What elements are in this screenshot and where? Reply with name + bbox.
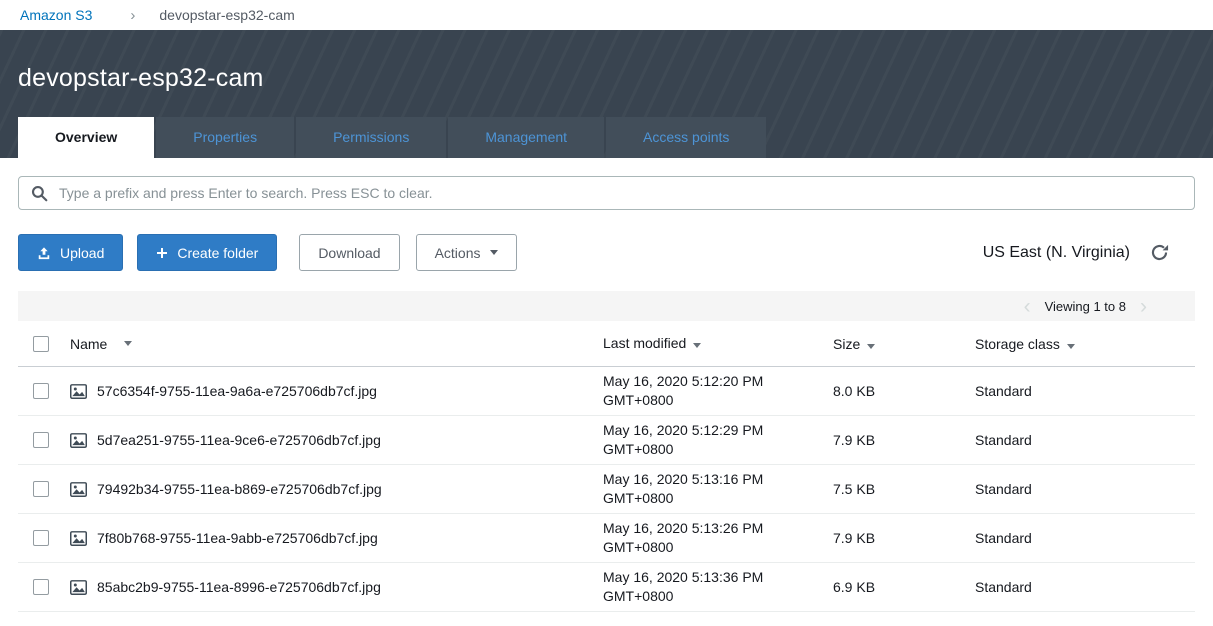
chevron-down-icon [490, 250, 498, 255]
row-checkbox[interactable] [33, 383, 49, 399]
image-file-icon [70, 482, 87, 497]
row-checkbox[interactable] [33, 530, 49, 546]
region-label: US East (N. Virginia) [983, 244, 1130, 262]
search-input[interactable] [59, 185, 1182, 201]
viewing-label: Viewing 1 to 8 [1045, 299, 1126, 314]
column-header-name[interactable]: Name [70, 336, 603, 352]
row-checkbox[interactable] [33, 579, 49, 595]
size-cell: 8.0 KB [833, 383, 975, 399]
tab-bar: Overview Properties Permissions Manageme… [18, 117, 1195, 158]
page-title: devopstar-esp32-cam [18, 64, 1195, 93]
storage-class-cell: Standard [975, 579, 1195, 595]
refresh-icon [1150, 243, 1169, 262]
storage-class-cell: Standard [975, 383, 1195, 399]
table-header-row: Name Last modified Size Storage class [18, 321, 1195, 367]
column-header-last-modified[interactable]: Last modified [603, 334, 833, 353]
row-checkbox[interactable] [33, 432, 49, 448]
object-name-link[interactable]: 5d7ea251-9755-11ea-9ce6-e725706db7cf.jpg [97, 432, 381, 448]
tab-properties[interactable]: Properties [156, 117, 294, 158]
object-name-link[interactable]: 57c6354f-9755-11ea-9a6a-e725706db7cf.jpg [97, 383, 377, 399]
sort-caret-icon [867, 344, 875, 349]
modified-date: May 16, 2020 5:13:16 PM [603, 470, 833, 489]
last-modified-cell: May 16, 2020 5:13:36 PM GMT+0800 [603, 568, 833, 606]
storage-class-cell: Standard [975, 481, 1195, 497]
object-name-link[interactable]: 85abc2b9-9755-11ea-8996-e725706db7cf.jpg [97, 579, 381, 595]
objects-table: ‹ Viewing 1 to 8 › Name Last modified Si… [18, 291, 1195, 612]
modified-timezone: GMT+0800 [603, 587, 833, 606]
modified-timezone: GMT+0800 [603, 440, 833, 459]
image-file-icon [70, 384, 87, 399]
size-cell: 7.9 KB [833, 530, 975, 546]
breadcrumb: Amazon S3 › devopstar-esp32-cam [0, 0, 1213, 30]
upload-icon [37, 246, 51, 260]
breadcrumb-current: devopstar-esp32-cam [159, 7, 294, 23]
row-checkbox[interactable] [33, 481, 49, 497]
plus-icon [156, 247, 168, 259]
last-modified-cell: May 16, 2020 5:13:16 PM GMT+0800 [603, 470, 833, 508]
bucket-header: devopstar-esp32-cam Overview Properties … [0, 30, 1213, 158]
modified-date: May 16, 2020 5:12:29 PM [603, 421, 833, 440]
tab-permissions[interactable]: Permissions [296, 117, 446, 158]
column-label: Last modified [603, 335, 686, 351]
actions-button-label: Actions [435, 245, 481, 261]
search-bar[interactable] [18, 176, 1195, 210]
sort-caret-icon [693, 343, 701, 348]
actions-button[interactable]: Actions [416, 234, 517, 271]
create-folder-button[interactable]: Create folder [137, 234, 277, 271]
breadcrumb-separator-icon: › [130, 7, 135, 24]
modified-timezone: GMT+0800 [603, 489, 833, 508]
column-header-storage-class[interactable]: Storage class [975, 336, 1195, 352]
image-file-icon [70, 433, 87, 448]
create-folder-button-label: Create folder [177, 245, 258, 261]
modified-date: May 16, 2020 5:13:26 PM [603, 519, 833, 538]
table-row: 79492b34-9755-11ea-b869-e725706db7cf.jpg… [18, 465, 1195, 514]
object-name-link[interactable]: 79492b34-9755-11ea-b869-e725706db7cf.jpg [97, 481, 382, 497]
tab-access-points[interactable]: Access points [606, 117, 766, 158]
image-file-icon [70, 580, 87, 595]
sort-caret-icon [1067, 344, 1075, 349]
last-modified-cell: May 16, 2020 5:13:26 PM GMT+0800 [603, 519, 833, 557]
upload-button-label: Upload [60, 245, 104, 261]
download-button[interactable]: Download [299, 234, 399, 271]
download-button-label: Download [318, 245, 380, 261]
table-row: 5d7ea251-9755-11ea-9ce6-e725706db7cf.jpg… [18, 416, 1195, 465]
modified-date: May 16, 2020 5:12:20 PM [603, 372, 833, 391]
column-label: Name [70, 336, 107, 352]
size-cell: 7.9 KB [833, 432, 975, 448]
image-file-icon [70, 531, 87, 546]
next-page-icon[interactable]: › [1140, 296, 1147, 317]
table-row: 57c6354f-9755-11ea-9a6a-e725706db7cf.jpg… [18, 367, 1195, 416]
toolbar: Upload Create folder Download Actions US… [18, 234, 1195, 271]
table-row: 85abc2b9-9755-11ea-8996-e725706db7cf.jpg… [18, 563, 1195, 612]
modified-date: May 16, 2020 5:13:36 PM [603, 568, 833, 587]
pagination-bar: ‹ Viewing 1 to 8 › [18, 291, 1195, 321]
select-all-checkbox[interactable] [33, 336, 49, 352]
sort-caret-icon [124, 341, 132, 346]
breadcrumb-amazon-s3-link[interactable]: Amazon S3 [20, 7, 92, 23]
upload-button[interactable]: Upload [18, 234, 123, 271]
tab-overview[interactable]: Overview [18, 117, 154, 158]
last-modified-cell: May 16, 2020 5:12:20 PM GMT+0800 [603, 372, 833, 410]
object-name-link[interactable]: 7f80b768-9755-11ea-9abb-e725706db7cf.jpg [97, 530, 378, 546]
size-cell: 7.5 KB [833, 481, 975, 497]
size-cell: 6.9 KB [833, 579, 975, 595]
table-row: 7f80b768-9755-11ea-9abb-e725706db7cf.jpg… [18, 514, 1195, 563]
storage-class-cell: Standard [975, 530, 1195, 546]
tab-management[interactable]: Management [448, 117, 604, 158]
search-icon [31, 185, 48, 202]
storage-class-cell: Standard [975, 432, 1195, 448]
modified-timezone: GMT+0800 [603, 538, 833, 557]
refresh-button[interactable] [1146, 239, 1173, 266]
last-modified-cell: May 16, 2020 5:12:29 PM GMT+0800 [603, 421, 833, 459]
column-header-size[interactable]: Size [833, 336, 975, 352]
column-label: Size [833, 336, 860, 352]
column-label: Storage class [975, 336, 1060, 352]
search-section [0, 158, 1213, 210]
prev-page-icon[interactable]: ‹ [1024, 296, 1031, 317]
modified-timezone: GMT+0800 [603, 391, 833, 410]
